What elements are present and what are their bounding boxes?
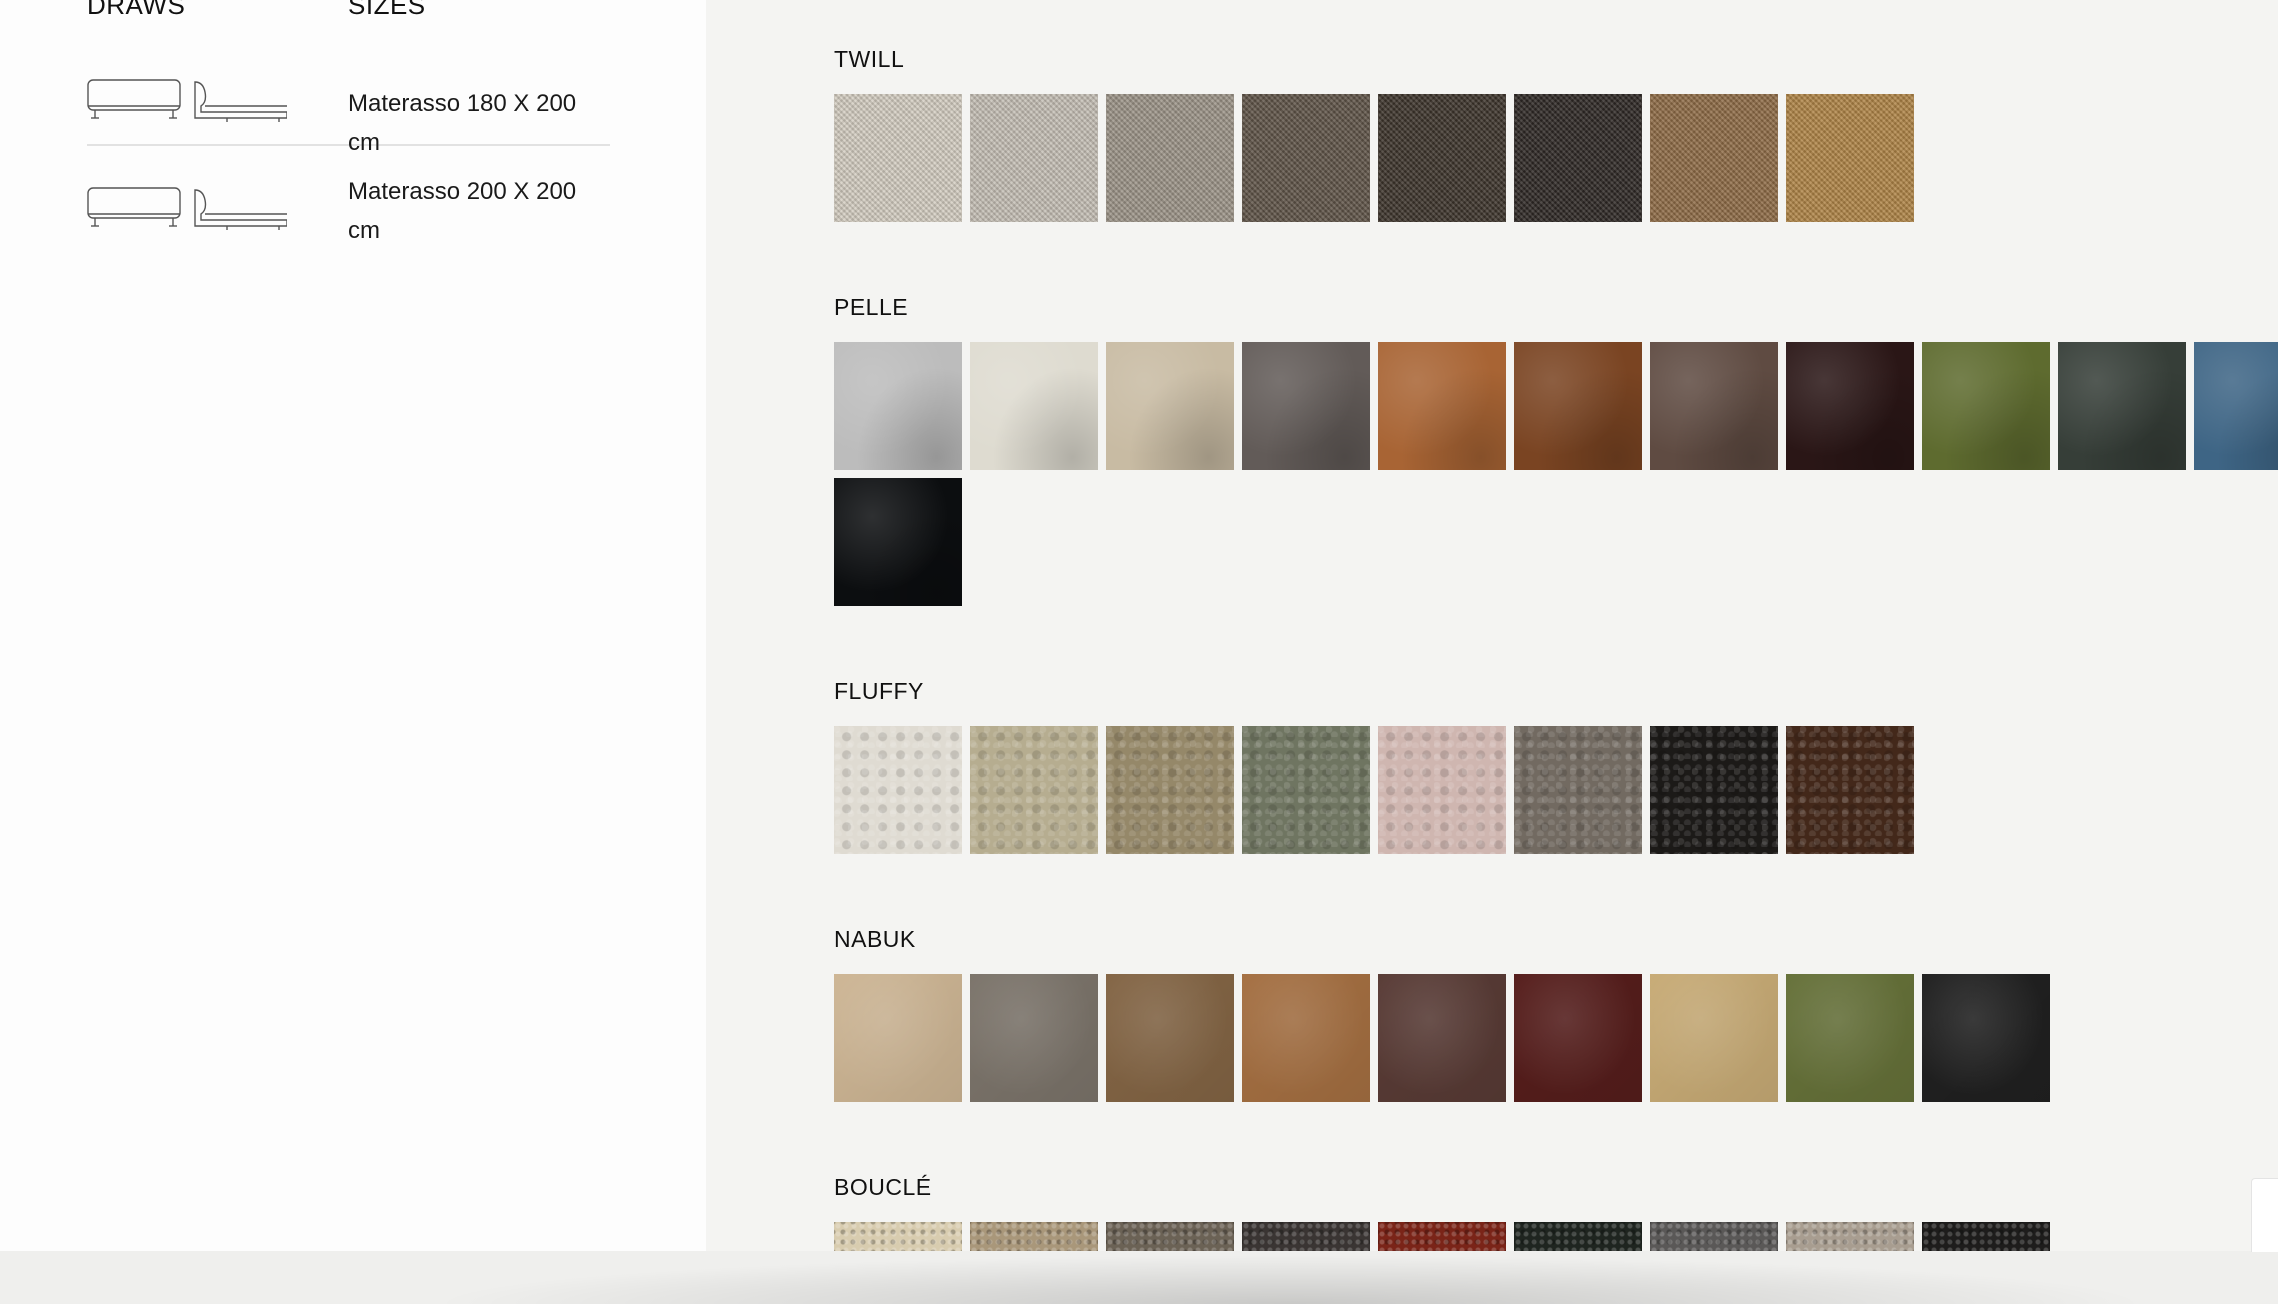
fabric-swatch[interactable] — [1378, 974, 1506, 1102]
fabric-swatch[interactable] — [1242, 974, 1370, 1102]
fabric-swatch[interactable] — [970, 94, 1098, 222]
size-row[interactable]: Materasso 180 X 200 cm — [87, 62, 610, 156]
fabric-swatch[interactable] — [1242, 726, 1370, 854]
material-title-pelle: PELLE — [834, 294, 909, 320]
fabric-swatch[interactable] — [1922, 974, 2050, 1102]
fabric-swatch[interactable] — [834, 478, 962, 606]
fabric-swatch[interactable] — [2194, 342, 2278, 470]
fabric-swatch[interactable] — [1514, 974, 1642, 1102]
swatch-row — [834, 342, 2278, 470]
fabric-swatch[interactable] — [1514, 726, 1642, 854]
material-title-fluffy: FLUFFY — [834, 678, 924, 704]
bottom-shadow — [360, 1251, 2220, 1304]
fabric-swatch[interactable] — [1514, 342, 1642, 470]
fabric-swatch[interactable] — [970, 342, 1098, 470]
fabric-swatch[interactable] — [1242, 342, 1370, 470]
product-info-panel: DRAWS SIZES Materasso 180 X 200 cm Mater… — [0, 0, 706, 1251]
fabric-swatch[interactable] — [1106, 726, 1234, 854]
fabric-swatch[interactable] — [1378, 726, 1506, 854]
fabric-swatch[interactable] — [1106, 974, 1234, 1102]
fabric-swatch[interactable] — [1650, 342, 1778, 470]
materials-section: TWILL PELLE FLUFFY NABUK BOUCLÉ — [834, 0, 2278, 1304]
swatch-row — [834, 726, 2278, 854]
fabric-swatch[interactable] — [1922, 342, 2050, 470]
fabric-swatch[interactable] — [834, 974, 962, 1102]
fabric-swatch[interactable] — [1106, 342, 1234, 470]
fabric-swatch[interactable] — [834, 726, 962, 854]
draws-header: DRAWS — [87, 0, 186, 20]
fabric-swatch[interactable] — [1378, 342, 1506, 470]
fabric-swatch[interactable] — [1786, 726, 1914, 854]
swatch-row — [834, 478, 2278, 606]
size-label: Materasso 200 X 200 cm — [348, 178, 577, 244]
fabric-swatch[interactable] — [1106, 94, 1234, 222]
material-title-boucl: BOUCLÉ — [834, 1174, 932, 1200]
swatch-row — [834, 974, 2278, 1102]
bed-drawing-icon — [87, 79, 287, 122]
fabric-swatch[interactable] — [1786, 342, 1914, 470]
size-row[interactable]: Materasso 200 X 200 cm — [87, 168, 610, 258]
fabric-swatch[interactable] — [2058, 342, 2186, 470]
swatch-row — [834, 94, 2278, 222]
fabric-swatch[interactable] — [970, 726, 1098, 854]
fabric-swatch[interactable] — [1650, 974, 1778, 1102]
fabric-swatch[interactable] — [834, 342, 962, 470]
side-widget-tab[interactable] — [2251, 1178, 2278, 1252]
fabric-swatch[interactable] — [1242, 94, 1370, 222]
fabric-swatch[interactable] — [1378, 94, 1506, 222]
fabric-swatch[interactable] — [1650, 726, 1778, 854]
bed-drawing-icon — [87, 187, 287, 230]
material-title-twill: TWILL — [834, 46, 905, 72]
material-title-nabuk: NABUK — [834, 926, 916, 952]
fabric-swatch[interactable] — [1786, 974, 1914, 1102]
fabric-swatch[interactable] — [834, 94, 962, 222]
sizes-header: SIZES — [348, 0, 426, 20]
fabric-swatch[interactable] — [970, 974, 1098, 1102]
size-label: Materasso 180 X 200 cm — [348, 90, 577, 156]
page: DRAWS SIZES Materasso 180 X 200 cm Mater… — [0, 0, 2278, 1304]
fabric-swatch[interactable] — [1786, 94, 1914, 222]
fabric-swatch[interactable] — [1514, 94, 1642, 222]
fabric-swatch[interactable] — [1650, 94, 1778, 222]
